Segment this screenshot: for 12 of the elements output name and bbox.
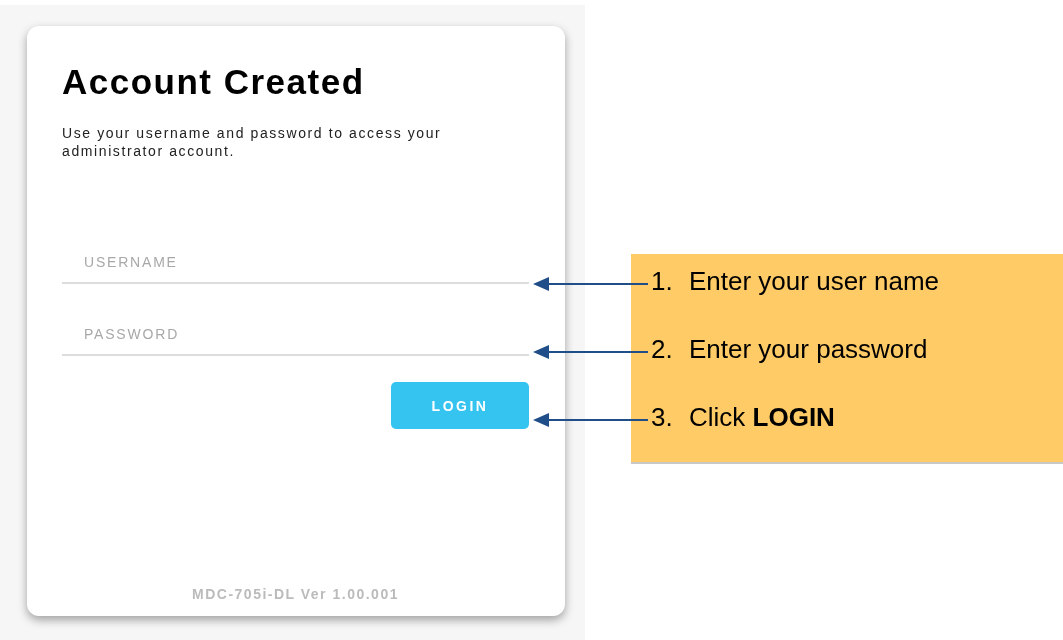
login-button[interactable]: LOGIN [391, 382, 529, 429]
card-message: Use your username and password to access your administrator account. [62, 124, 443, 160]
step-text: Enter your password [689, 334, 928, 364]
step-number: 1. [651, 266, 674, 296]
input-field[interactable]: USERNAME [62, 246, 529, 284]
card-title: Account Created [62, 62, 366, 102]
step-number: 3. [651, 402, 674, 432]
step-text: Click LOGIN [689, 402, 835, 432]
step-number: 2. [651, 334, 674, 364]
step-text: Enter your user name [689, 266, 939, 296]
input-field[interactable]: PASSWORD [62, 318, 529, 356]
version-text: MDC-705i-DL Ver 1.00.001 [191, 586, 400, 602]
